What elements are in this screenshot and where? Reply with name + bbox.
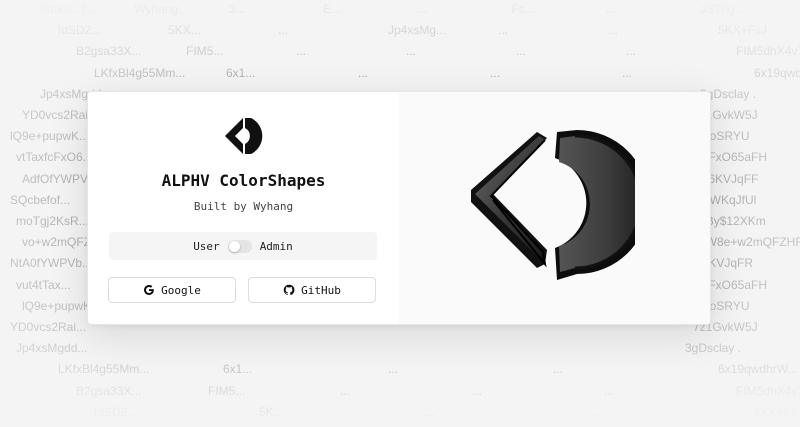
app-subtitle: Built by Wyhang (193, 200, 294, 213)
github-button-label: GitHub (301, 283, 341, 297)
alphv-logo-icon (225, 118, 263, 154)
google-icon (144, 284, 154, 295)
login-panel: ALPHV ColorShapes Built by Wyhang User A… (88, 92, 399, 324)
alphv-logo-3d-icon (470, 130, 635, 280)
app-title: ALPHV ColorShapes (161, 171, 326, 190)
github-icon (283, 284, 295, 296)
login-card: ALPHV ColorShapes Built by Wyhang User A… (87, 91, 711, 325)
role-user-label[interactable]: User (193, 240, 220, 253)
role-admin-label[interactable]: Admin (260, 240, 293, 253)
role-toggle: User Admin (109, 232, 377, 260)
role-switch[interactable] (227, 239, 252, 253)
hero-panel (399, 92, 710, 324)
google-button-label: Google (161, 283, 201, 297)
github-login-button[interactable]: GitHub (248, 277, 376, 303)
role-switch-knob (228, 240, 240, 252)
google-login-button[interactable]: Google (108, 277, 236, 303)
